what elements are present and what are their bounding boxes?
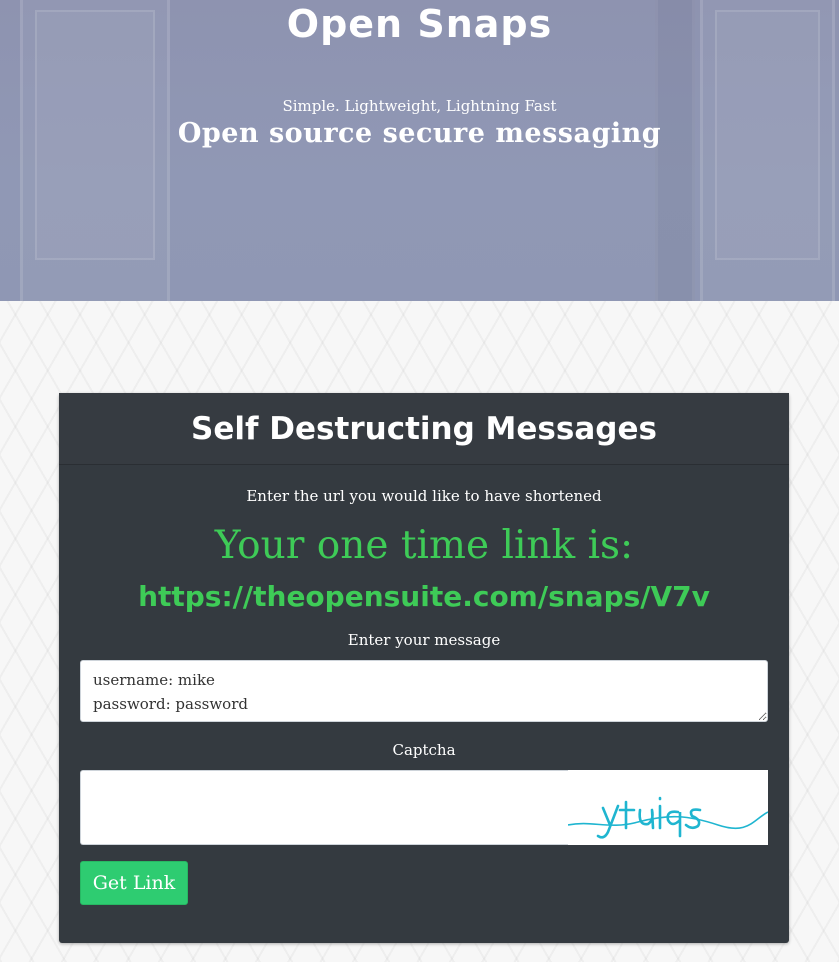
get-link-button[interactable]: Get Link <box>80 861 188 905</box>
captcha-input[interactable] <box>80 770 568 845</box>
hero-banner: Open Snaps Simple. Lightweight, Lightnin… <box>0 0 839 301</box>
site-subtitle: Open source secure messaging <box>177 118 662 149</box>
one-time-link-heading: Your one time link is: <box>214 523 634 568</box>
message-textarea[interactable]: username: mike password: password <box>80 660 768 722</box>
site-title: Open Snaps <box>286 2 553 46</box>
card-title: Self Destructing Messages <box>191 410 657 447</box>
card-header: Self Destructing Messages <box>59 393 789 465</box>
captcha-glyphs: yauqs <box>567 796 769 839</box>
captcha-image: yauqs <box>567 770 769 845</box>
intro-text: Enter the url you would like to have sho… <box>246 487 602 505</box>
site-tagline: Simple. Lightweight, Lightning Fast <box>282 97 557 115</box>
captcha-label: Captcha <box>392 741 456 759</box>
message-label: Enter your message <box>347 631 501 649</box>
one-time-link-url[interactable]: https://theopensuite.com/snaps/V7v <box>59 580 789 613</box>
message-card: Self Destructing Messages Enter the url … <box>59 393 789 943</box>
